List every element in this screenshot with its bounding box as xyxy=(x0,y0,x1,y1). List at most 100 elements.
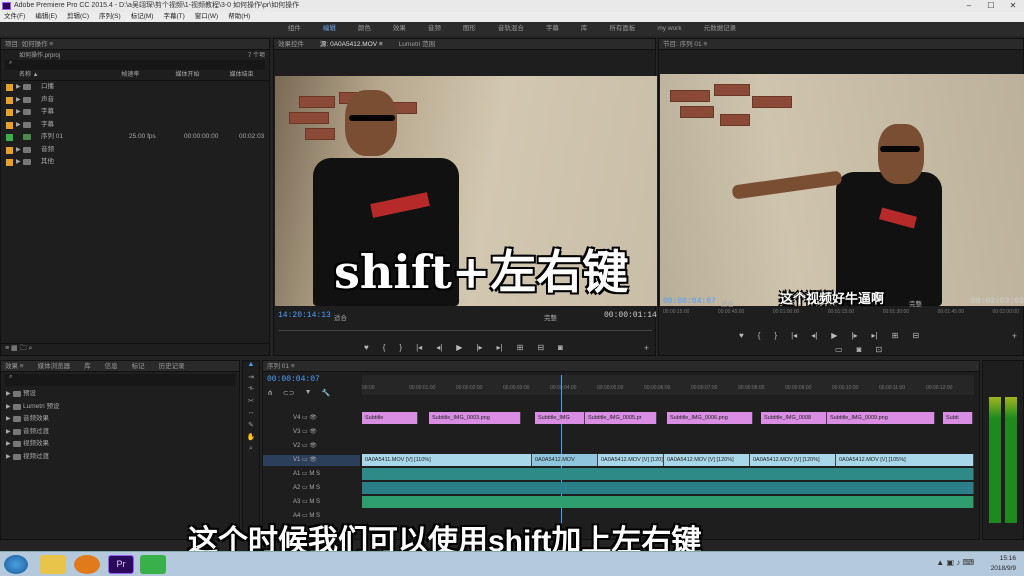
source-timecode[interactable]: 14:20:14:13 xyxy=(278,311,331,320)
video-clip[interactable]: 0A0A5412.MOV [V] [120] xyxy=(598,454,664,466)
marker-icon[interactable]: ♥ xyxy=(364,343,369,352)
wechat-icon[interactable] xyxy=(140,555,166,574)
menu-clip[interactable]: 剪辑(C) xyxy=(67,12,89,22)
tab-markers[interactable]: 标记 xyxy=(132,361,145,371)
list-item[interactable]: ▶ 其他 xyxy=(1,156,269,169)
list-item[interactable]: ▶ 音频效果 xyxy=(1,413,239,426)
marker-icon[interactable]: ▼ xyxy=(305,389,312,397)
track-header-a2[interactable]: A2 ▭ M S xyxy=(263,483,360,494)
effects-search-input[interactable]: ⌕ xyxy=(5,374,235,386)
subtitle-clip[interactable]: Subtitle_IMG_0009.png xyxy=(827,412,935,424)
tab-info[interactable]: 信息 xyxy=(105,361,118,371)
list-item[interactable]: ▶ 声音 xyxy=(1,94,269,107)
tab-lumetri-scopes[interactable]: Lumetri 范围 xyxy=(399,39,435,49)
ws-titles[interactable]: 字幕 xyxy=(546,22,559,36)
tab-program[interactable]: 节目: 序列 01 ≡ xyxy=(659,39,1023,50)
video-clip[interactable]: 0A0A5411.MOV [V] [110%] xyxy=(362,454,532,466)
tab-sequence[interactable]: 序列 01 ≡ xyxy=(263,361,979,372)
add-button-icon[interactable]: + xyxy=(1012,331,1017,341)
subtitle-clip[interactable]: Subtitle_IMG_0008 xyxy=(761,412,827,424)
tab-effects[interactable]: 效果 ≡ xyxy=(5,361,24,371)
go-out-icon[interactable]: ▸| xyxy=(497,343,503,352)
mark-in-icon[interactable]: { xyxy=(758,331,761,340)
list-item[interactable]: ▶ 预设 xyxy=(1,388,239,401)
zoom-tool-icon[interactable]: ⌕ xyxy=(243,445,259,457)
audio-clip-a1[interactable] xyxy=(362,468,974,480)
source-ruler[interactable] xyxy=(278,325,652,331)
track-header-v2[interactable]: V2 ▭ 👁 xyxy=(263,441,360,452)
ws-my-work[interactable]: my work xyxy=(657,22,681,36)
ws-editing[interactable]: 编辑 xyxy=(323,22,336,36)
project-search-input[interactable]: ⌕ xyxy=(5,60,265,70)
go-out-icon[interactable]: ▸| xyxy=(872,331,878,340)
video-clip[interactable]: 0A0A5412.MOV [V] [120%] xyxy=(750,454,836,466)
subtitle-clip[interactable]: Subtitle_IMG_0005.pr xyxy=(585,412,657,424)
ws-libraries[interactable]: 库 xyxy=(581,22,588,36)
col-fps[interactable]: 帧速率 xyxy=(121,70,175,80)
ws-graphics[interactable]: 图形 xyxy=(463,22,476,36)
program-fit-select[interactable]: 适合 xyxy=(721,298,734,308)
list-item[interactable]: ▶ 视频过渡 xyxy=(1,451,239,464)
col-end[interactable]: 媒体结束 xyxy=(230,70,269,80)
compare-icon[interactable]: ▭ xyxy=(835,345,843,354)
close-icon[interactable]: ✕ xyxy=(1002,0,1024,12)
extract-icon[interactable]: ⊟ xyxy=(912,331,919,340)
marker-icon[interactable]: ♥ xyxy=(739,331,744,340)
list-item[interactable]: 序列 01 25.00 fps 00:00:00:00 00:02:03 xyxy=(1,131,269,144)
expand-icon[interactable]: ▶ xyxy=(6,388,11,401)
ws-metadata[interactable]: 元数据记录 xyxy=(704,22,737,36)
maximize-icon[interactable]: ☐ xyxy=(980,0,1002,12)
track-header-v4[interactable]: V4 ▭ 👁 xyxy=(263,413,360,424)
overwrite-icon[interactable]: ⊟ xyxy=(537,343,544,352)
list-item[interactable]: ▶ 字幕 xyxy=(1,106,269,119)
track-select-icon[interactable]: ⇥ xyxy=(243,373,259,385)
video-clip[interactable]: 0A0A5412.MOV xyxy=(532,454,598,466)
ws-audio-mix[interactable]: 音轨混合 xyxy=(498,22,524,36)
tray-icons[interactable]: ▲ ▣ ♪ ⌨ xyxy=(936,558,974,567)
menu-sequence[interactable]: 序列(S) xyxy=(99,12,121,22)
menu-edit[interactable]: 编辑(E) xyxy=(35,12,57,22)
list-item[interactable]: ▶ 字幕 xyxy=(1,119,269,132)
menu-title[interactable]: 字幕(T) xyxy=(163,12,184,22)
program-ruler[interactable]: 00:00:15:00 00:00:45:00 00:01:00:00 00:01:1… xyxy=(663,309,1019,317)
list-item[interactable]: ▶ Lumetri 预设 xyxy=(1,401,239,414)
clock[interactable]: 15:16 2018/9/9 xyxy=(991,554,1016,574)
expand-icon[interactable]: ▶ xyxy=(6,413,11,426)
go-in-icon[interactable]: |◂ xyxy=(416,343,422,352)
mark-out-icon[interactable]: } xyxy=(399,343,402,352)
subtitle-clip[interactable]: Subti xyxy=(943,412,973,424)
go-in-icon[interactable]: |◂ xyxy=(791,331,797,340)
audio-clip-a3[interactable] xyxy=(362,496,974,508)
add-button-icon[interactable]: + xyxy=(644,343,649,353)
step-fwd-icon[interactable]: |▸ xyxy=(476,343,482,352)
play-icon[interactable]: ▶ xyxy=(831,331,837,340)
export-frame-icon[interactable]: ◙ xyxy=(558,343,563,352)
list-item[interactable]: ▶ 口播 xyxy=(1,81,269,94)
expand-icon[interactable]: ▶ xyxy=(6,426,11,439)
insert-icon[interactable]: ⊞ xyxy=(517,343,524,352)
tab-libraries[interactable]: 库 xyxy=(84,361,91,371)
mark-out-icon[interactable]: } xyxy=(774,331,777,340)
video-clip[interactable]: 0A0A5412.MOV [V] [105%] xyxy=(836,454,974,466)
expand-icon[interactable]: ▶ xyxy=(6,451,11,464)
play-icon[interactable]: ▶ xyxy=(456,343,462,352)
slip-tool-icon[interactable]: ↔ xyxy=(243,409,259,421)
timeline-ruler[interactable]: 00:00 00:00:01:00 00:00:02:00 00:00:03:00 00… xyxy=(362,375,974,395)
vr-icon[interactable]: ⊡ xyxy=(875,345,882,354)
explorer-icon[interactable] xyxy=(40,555,66,574)
ws-color[interactable]: 颜色 xyxy=(358,22,371,36)
step-back-icon[interactable]: ◂| xyxy=(811,331,817,340)
list-item[interactable]: ▶ 音频过渡 xyxy=(1,426,239,439)
ws-assembly[interactable]: 组件 xyxy=(288,22,301,36)
mark-in-icon[interactable]: { xyxy=(383,343,386,352)
ws-all-panels[interactable]: 所有面板 xyxy=(609,22,635,36)
audio-clip-a2[interactable] xyxy=(362,482,974,494)
step-fwd-icon[interactable]: |▸ xyxy=(851,331,857,340)
step-back-icon[interactable]: ◂| xyxy=(436,343,442,352)
expand-icon[interactable]: ▶ xyxy=(16,156,21,169)
program-quality-select[interactable]: 完整 xyxy=(909,298,922,308)
lift-icon[interactable]: ⊞ xyxy=(892,331,899,340)
expand-icon[interactable]: ▶ xyxy=(16,81,21,94)
track-header-a1[interactable]: A1 ▭ M S xyxy=(263,469,360,480)
expand-icon[interactable]: ▶ xyxy=(6,438,11,451)
